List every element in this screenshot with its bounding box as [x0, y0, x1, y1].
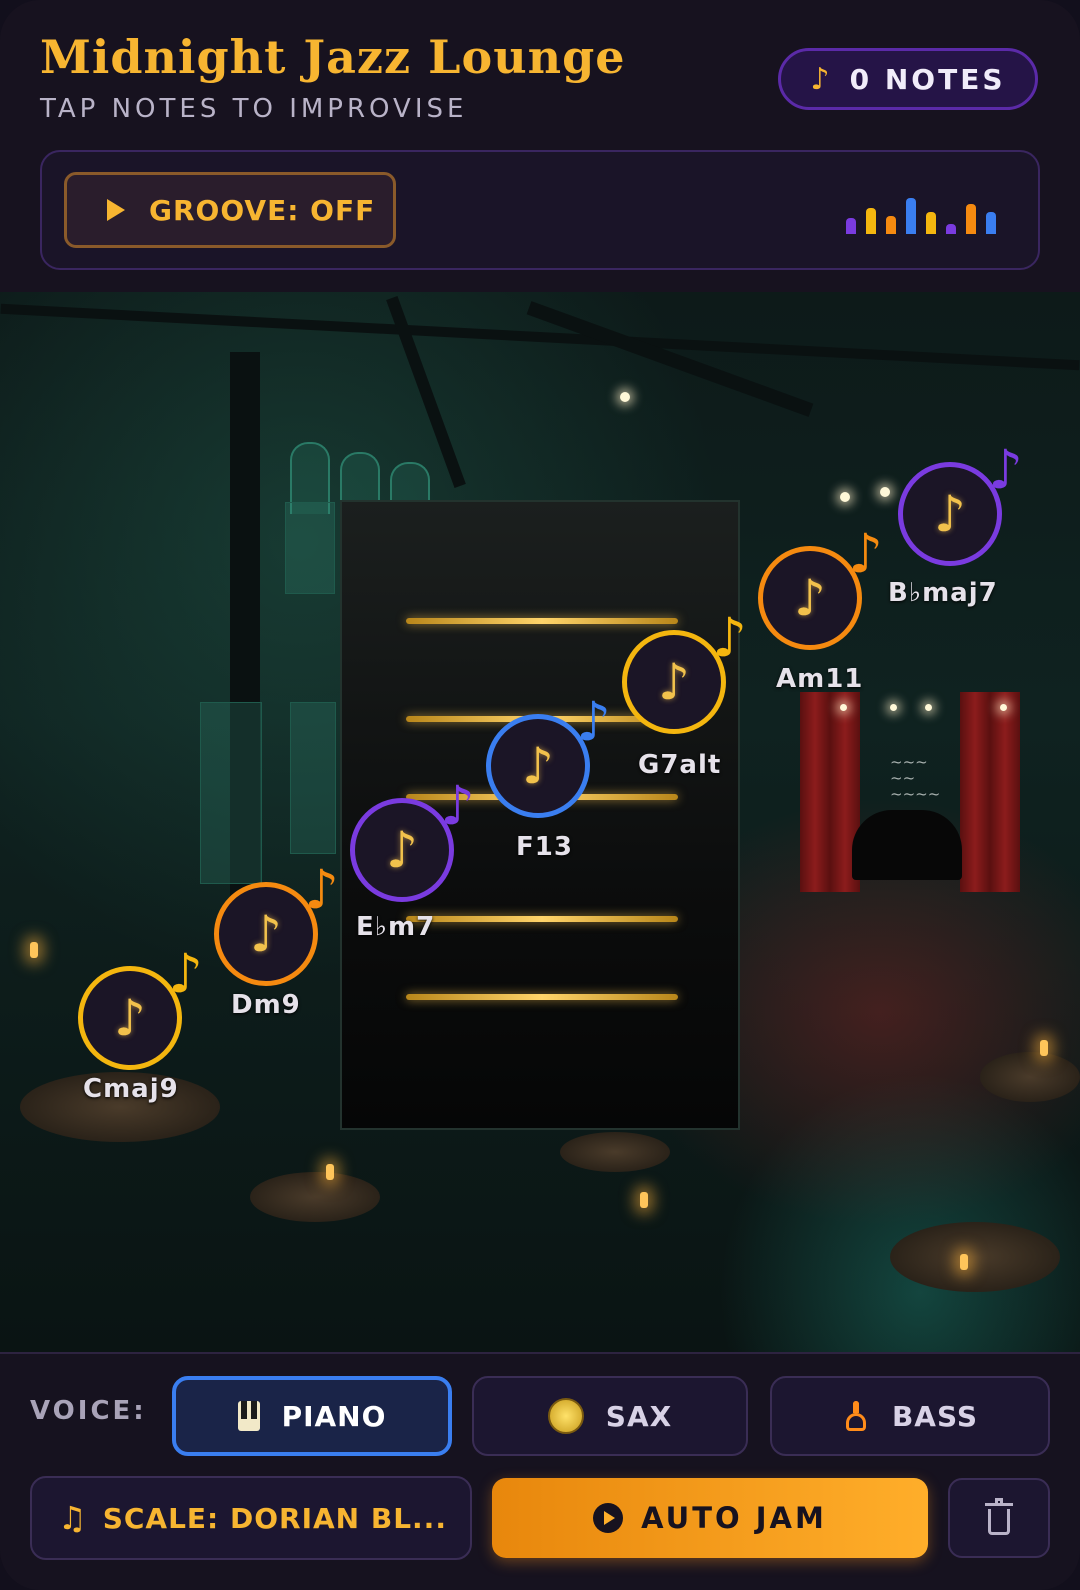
app-title: Midnight Jazz Lounge [40, 30, 626, 84]
grand-piano [852, 810, 962, 880]
music-note-icon: ♪ [114, 989, 146, 1047]
equalizer-icon [846, 194, 996, 234]
music-note-icon: ♪ [386, 821, 418, 879]
note-flag-icon: ♪ [440, 774, 475, 837]
bass-icon [842, 1401, 870, 1431]
auto-jam-button[interactable]: AUTO JAM [492, 1478, 928, 1558]
note-flag-icon: ♪ [576, 690, 611, 753]
notes-counter-badge: ♪ 0 NOTES [778, 48, 1038, 110]
scale-label: SCALE: DORIAN BL... [102, 1501, 447, 1535]
eq-bar [886, 216, 896, 234]
lounge-table [250, 1172, 380, 1222]
groove-label: GROOVE: OFF [149, 193, 376, 227]
clear-button[interactable] [948, 1478, 1050, 1558]
candle [326, 1164, 334, 1180]
note-label: Dm9 [231, 990, 301, 1020]
sax-icon [547, 1398, 584, 1434]
note-flag-icon: ♪ [712, 606, 747, 669]
stage-light [1000, 704, 1007, 711]
note-flag-icon: ♪ [304, 858, 339, 921]
candle [640, 1192, 648, 1208]
voice-button-piano[interactable]: PIANO [172, 1376, 452, 1456]
note-button-cmaj9[interactable]: ♪ ♪ [78, 947, 203, 1070]
note-button-g7alt[interactable]: ♪ ♪ [622, 611, 747, 734]
staff-line [406, 916, 678, 922]
voice-button-sax[interactable]: SAX [472, 1376, 748, 1456]
music-note-icon: ♪ [250, 905, 282, 963]
control-panel: VOICE: PIANO SAX BASS ♫ SCALE: DORIAN BL… [0, 1352, 1080, 1590]
voice-label: VOICE: [30, 1396, 147, 1426]
music-notes-icon: ♫ [58, 1499, 87, 1537]
note-label: G7alt [638, 750, 722, 780]
trash-icon [985, 1498, 1013, 1535]
voice-button-bass[interactable]: BASS [770, 1376, 1050, 1456]
stage-light [880, 487, 890, 497]
music-note-icon: ♪ [934, 485, 966, 543]
auto-jam-label: AUTO JAM [641, 1501, 827, 1535]
note-button-f13[interactable]: ♪ ♪ [486, 695, 611, 818]
play-icon [107, 199, 125, 221]
scale-selector-button[interactable]: ♫ SCALE: DORIAN BL... [30, 1476, 472, 1560]
note-button-dm9[interactable]: ♪ ♪ [214, 863, 339, 986]
candle [1040, 1040, 1048, 1056]
eq-bar [926, 212, 936, 234]
eq-bar [986, 212, 996, 234]
bottle-shelf [285, 502, 335, 594]
groove-panel: GROOVE: OFF [40, 150, 1040, 270]
note-flag-icon: ♪ [848, 522, 883, 585]
lounge-table [980, 1052, 1080, 1102]
stage-light [925, 704, 932, 711]
candle [30, 942, 38, 958]
staff-line [406, 618, 678, 624]
note-label: Am11 [776, 664, 864, 694]
note-label: Cmaj9 [83, 1074, 179, 1104]
lighting-rig [526, 301, 814, 417]
note-label: B♭maj7 [888, 578, 998, 608]
music-note-icon: ♪ [810, 61, 830, 97]
stage-light [840, 704, 847, 711]
groove-toggle-button[interactable]: GROOVE: OFF [64, 172, 396, 248]
eq-bar [846, 218, 856, 234]
candle [960, 1254, 968, 1270]
piano-icon [237, 1401, 260, 1431]
stage-sign: ~~~ ~~ ~~~~ [890, 753, 941, 803]
stage-light [620, 392, 630, 402]
note-flag-icon: ♪ [988, 438, 1023, 501]
voice-label-piano: PIANO [281, 1399, 387, 1433]
stage-curtain [800, 692, 860, 892]
eq-bar [906, 198, 916, 234]
voice-label-bass: BASS [891, 1399, 979, 1433]
lounge-table [560, 1132, 670, 1172]
voice-label-sax: SAX [605, 1399, 673, 1433]
note-label: E♭m7 [356, 912, 436, 942]
bottle-shelf [290, 702, 336, 854]
bottle-shelf [200, 702, 262, 884]
staff-line [406, 994, 678, 1000]
music-note-icon: ♪ [658, 653, 690, 711]
jazz-lounge-scene: ~~~ ~~ ~~~~ ♪ ♪ Cmaj9 ♪ ♪ Dm9 ♪ ♪ E♭m7 ♪… [0, 292, 1080, 1352]
eq-bar [866, 208, 876, 234]
stage-curtain [960, 692, 1020, 892]
music-note-icon: ♪ [794, 569, 826, 627]
header: Midnight Jazz Lounge TAP NOTES TO IMPROV… [0, 0, 1080, 293]
stage-light [840, 492, 850, 502]
note-button-am11[interactable]: ♪ ♪ [758, 527, 883, 650]
stage-light [890, 704, 897, 711]
eq-bar [966, 204, 976, 234]
play-circle-icon [593, 1503, 624, 1533]
eq-bar [946, 224, 956, 234]
notes-count: 0 NOTES [849, 62, 1006, 96]
music-note-icon: ♪ [522, 737, 554, 795]
note-button-bbmaj7[interactable]: ♪ ♪ [898, 443, 1023, 566]
app-frame: Midnight Jazz Lounge TAP NOTES TO IMPROV… [0, 0, 1080, 1590]
ceiling-beam [386, 295, 466, 489]
app-subtitle: TAP NOTES TO IMPROVISE [40, 94, 468, 124]
note-button-ebm7[interactable]: ♪ ♪ [350, 779, 475, 902]
note-label: F13 [516, 832, 573, 862]
note-flag-icon: ♪ [168, 942, 203, 1005]
lounge-table [890, 1222, 1060, 1292]
